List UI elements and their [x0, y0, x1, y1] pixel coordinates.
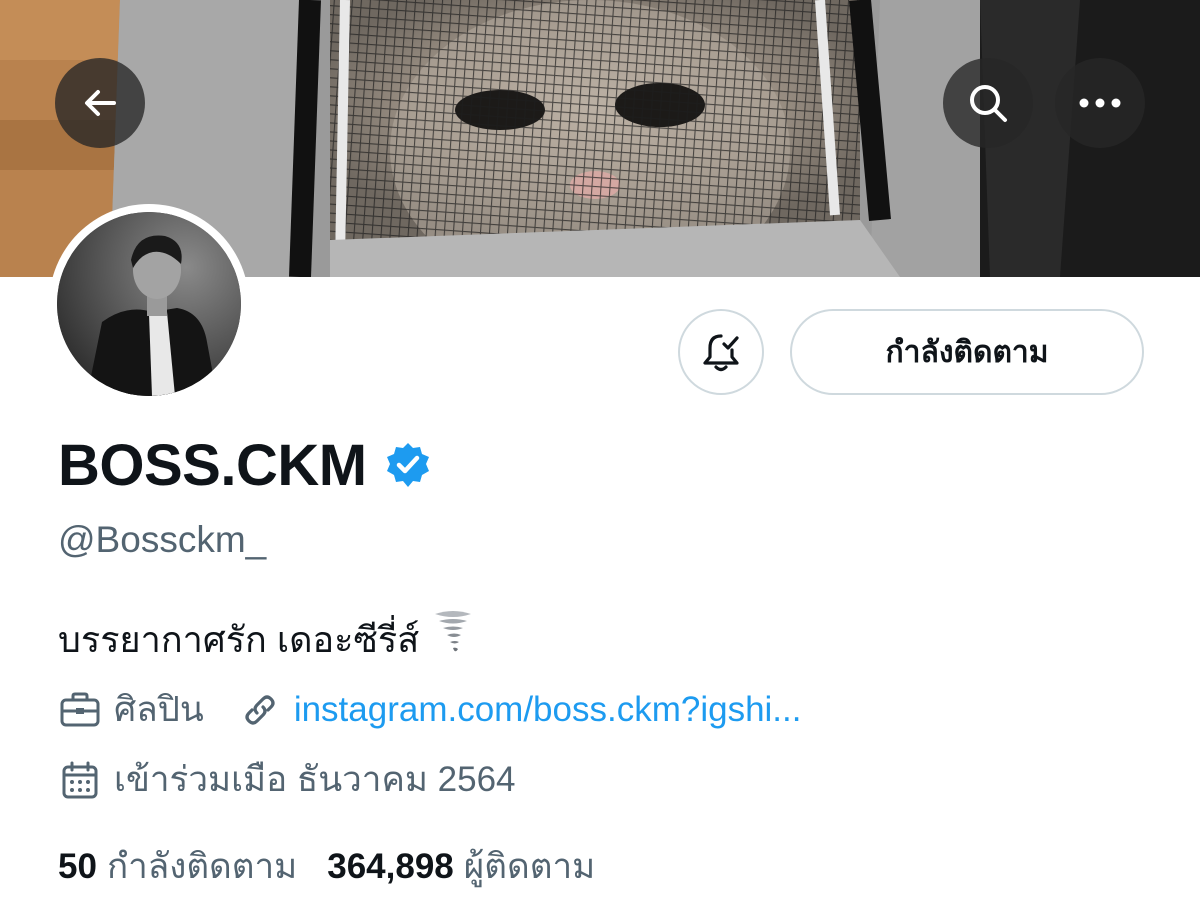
calendar-icon: [58, 758, 102, 802]
briefcase-icon: [58, 688, 102, 732]
profile-joined-row: เข้าร่วมเมือ ธันวาคม 2564: [58, 756, 516, 804]
bell-check-icon: [703, 334, 739, 372]
follow-stats: 50 กำลังติดตาม 364,898 ผู้ติดตาม: [58, 842, 595, 892]
avatar[interactable]: [57, 212, 241, 396]
profile-meta-row: ศิลปิน instagram.com/boss.ckm?igshi...: [58, 686, 801, 734]
verified-badge-icon[interactable]: [383, 440, 433, 495]
ellipsis-icon: [1079, 98, 1121, 108]
profile-name-row: BOSS.CKM: [58, 428, 433, 504]
profile-bio: บรรยากาศรัก เดอะซีรี่ส์: [58, 610, 473, 669]
more-button[interactable]: [1055, 58, 1145, 148]
profile-website-link[interactable]: instagram.com/boss.ckm?igshi...: [294, 686, 802, 734]
followers-label[interactable]: ผู้ติดตาม: [464, 842, 595, 892]
following-label[interactable]: กำลังติดตาม: [107, 842, 297, 892]
following-button[interactable]: กำลังติดตาม: [790, 309, 1144, 395]
followers-count[interactable]: 364,898: [327, 842, 454, 892]
avatar-image: [57, 212, 241, 396]
joined-date: เข้าร่วมเมือ ธันวาคม 2564: [114, 760, 516, 799]
profile-category: ศิลปิน: [114, 690, 204, 729]
search-icon: [970, 85, 1007, 122]
bio-text: บรรยากาศรัก เดอะซีรี่ส์: [58, 618, 420, 660]
tornado-emoji-icon: [433, 610, 473, 669]
arrow-left-icon: [85, 90, 116, 116]
notifications-button[interactable]: [678, 309, 764, 395]
user-handle: @Bossckm_: [58, 519, 267, 560]
following-count[interactable]: 50: [58, 842, 97, 892]
back-button[interactable]: [55, 58, 145, 148]
avatar-frame: [49, 204, 249, 404]
search-button[interactable]: [943, 58, 1033, 148]
display-name: BOSS.CKM: [58, 433, 367, 498]
link-icon: [238, 688, 282, 732]
